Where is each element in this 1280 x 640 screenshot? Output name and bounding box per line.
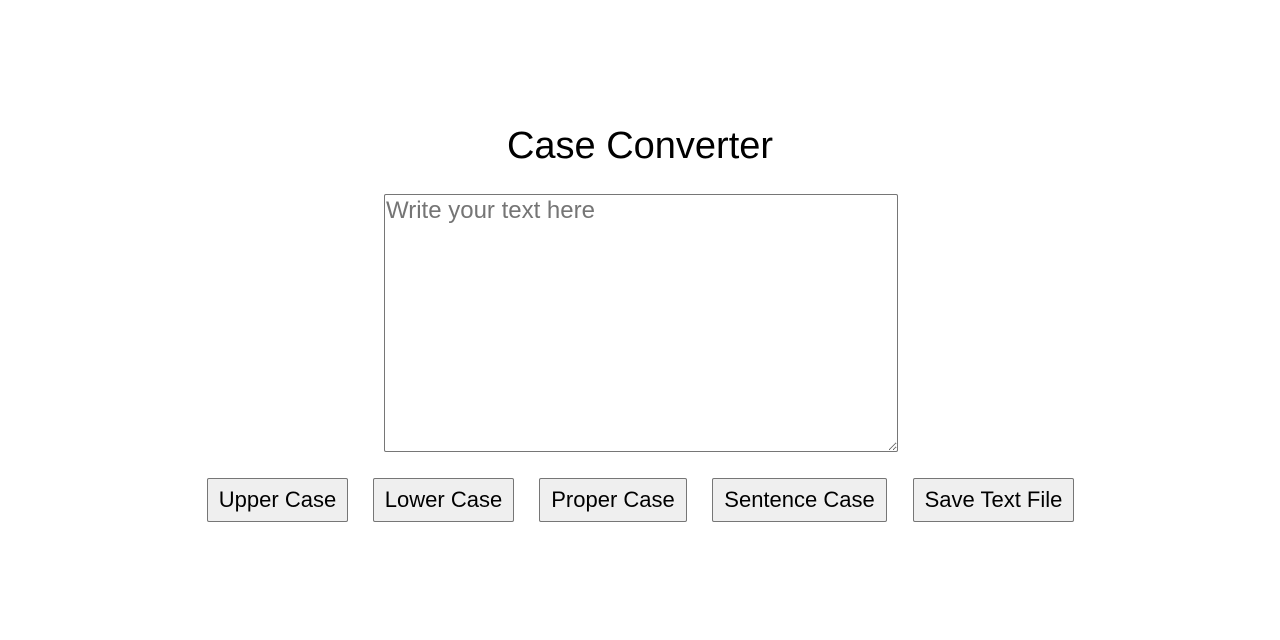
proper-case-button[interactable]: Proper Case: [539, 478, 687, 522]
text-input-area[interactable]: [384, 194, 898, 452]
sentence-case-button[interactable]: Sentence Case: [712, 478, 887, 522]
lower-case-button[interactable]: Lower Case: [373, 478, 514, 522]
save-text-file-button[interactable]: Save Text File: [913, 478, 1074, 522]
page-title: Case Converter: [506, 125, 774, 167]
upper-case-button[interactable]: Upper Case: [207, 478, 348, 522]
